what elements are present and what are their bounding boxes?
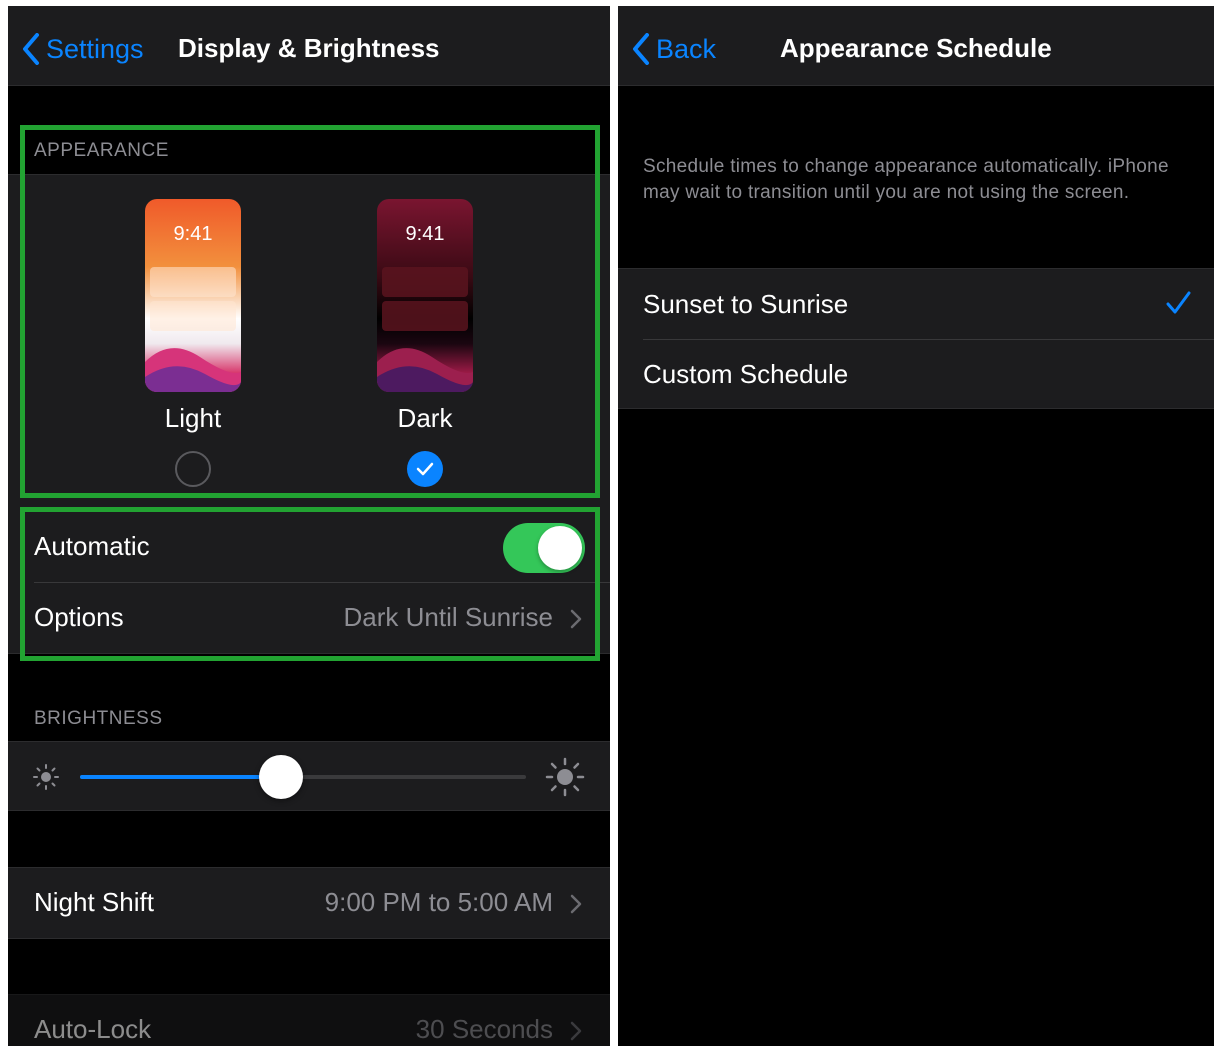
- dark-wave-art: [377, 348, 473, 392]
- back-label: Back: [656, 33, 717, 64]
- dark-preview-time: 9:41: [405, 223, 445, 245]
- appearance-schedule-screen: Back Appearance Schedule Schedule times …: [618, 6, 1214, 1046]
- brightness-slider[interactable]: [80, 742, 526, 812]
- options-label: Options: [34, 602, 124, 632]
- light-radio[interactable]: [175, 451, 211, 487]
- light-label: Light: [164, 403, 222, 433]
- options-row[interactable]: Options Dark Until Sunrise: [8, 583, 610, 655]
- custom-schedule-label: Custom Schedule: [643, 359, 849, 389]
- light-wave-art: [145, 348, 241, 392]
- auto-lock-value: 30 Seconds: [415, 1014, 553, 1044]
- sunset-to-sunrise-label: Sunset to Sunrise: [643, 289, 849, 319]
- back-button[interactable]: Back: [632, 33, 716, 65]
- chevron-left-icon: [633, 33, 649, 65]
- light-preview-time: 9:41: [173, 223, 213, 245]
- schedule-description: Schedule times to change appearance auto…: [643, 156, 1169, 203]
- auto-lock-row[interactable]: Auto-Lock 30 Seconds: [8, 994, 610, 1046]
- light-mode-preview[interactable]: 9:41: [145, 199, 241, 392]
- dark-radio-selected[interactable]: [407, 451, 443, 487]
- chevron-right-icon: [570, 1021, 582, 1041]
- automatic-label: Automatic: [34, 531, 150, 561]
- sun-large-icon: [545, 757, 585, 797]
- page-title: Display & Brightness: [178, 33, 440, 63]
- sunset-to-sunrise-option[interactable]: Sunset to Sunrise: [618, 269, 1214, 339]
- nav-bar: Settings Display & Brightness: [8, 6, 610, 86]
- back-label: Settings: [46, 33, 144, 64]
- dark-label: Dark: [397, 403, 453, 433]
- auto-lock-label: Auto-Lock: [34, 1014, 152, 1044]
- chevron-left-icon: [23, 33, 39, 65]
- display-brightness-screen: Settings Display & Brightness APPEARANCE…: [8, 6, 610, 1046]
- light-preview-widget: [150, 267, 236, 297]
- slider-thumb[interactable]: [259, 755, 303, 799]
- appearance-header: APPEARANCE: [34, 140, 169, 161]
- toggle-knob: [538, 526, 582, 570]
- brightness-header: BRIGHTNESS: [34, 708, 163, 729]
- chevron-right-icon: [570, 894, 582, 914]
- night-shift-value: 9:00 PM to 5:00 AM: [324, 887, 553, 917]
- slider-fill: [80, 775, 281, 779]
- light-preview-widget: [150, 301, 236, 331]
- page-title: Appearance Schedule: [780, 33, 1052, 63]
- dark-preview-widget: [382, 267, 468, 297]
- dark-preview-widget: [382, 301, 468, 331]
- automatic-toggle[interactable]: [503, 523, 585, 573]
- checkmark-icon: [416, 462, 434, 476]
- brightness-group: [8, 741, 610, 811]
- chevron-right-icon: [570, 609, 582, 629]
- night-shift-label: Night Shift: [34, 887, 154, 917]
- options-value: Dark Until Sunrise: [343, 602, 553, 632]
- nav-bar: Back Appearance Schedule: [618, 6, 1214, 86]
- checkmark-icon: [1166, 291, 1191, 314]
- sun-small-icon: [33, 764, 59, 790]
- dark-mode-preview[interactable]: 9:41: [377, 199, 473, 392]
- custom-schedule-option[interactable]: Custom Schedule: [618, 340, 1214, 410]
- appearance-group: 9:41 Light 9:41 Dark Automatic Options D…: [8, 174, 610, 654]
- schedule-options-group: Sunset to Sunrise Custom Schedule: [618, 268, 1214, 409]
- back-button[interactable]: Settings: [22, 33, 144, 65]
- night-shift-row[interactable]: Night Shift 9:00 PM to 5:00 AM: [8, 867, 610, 939]
